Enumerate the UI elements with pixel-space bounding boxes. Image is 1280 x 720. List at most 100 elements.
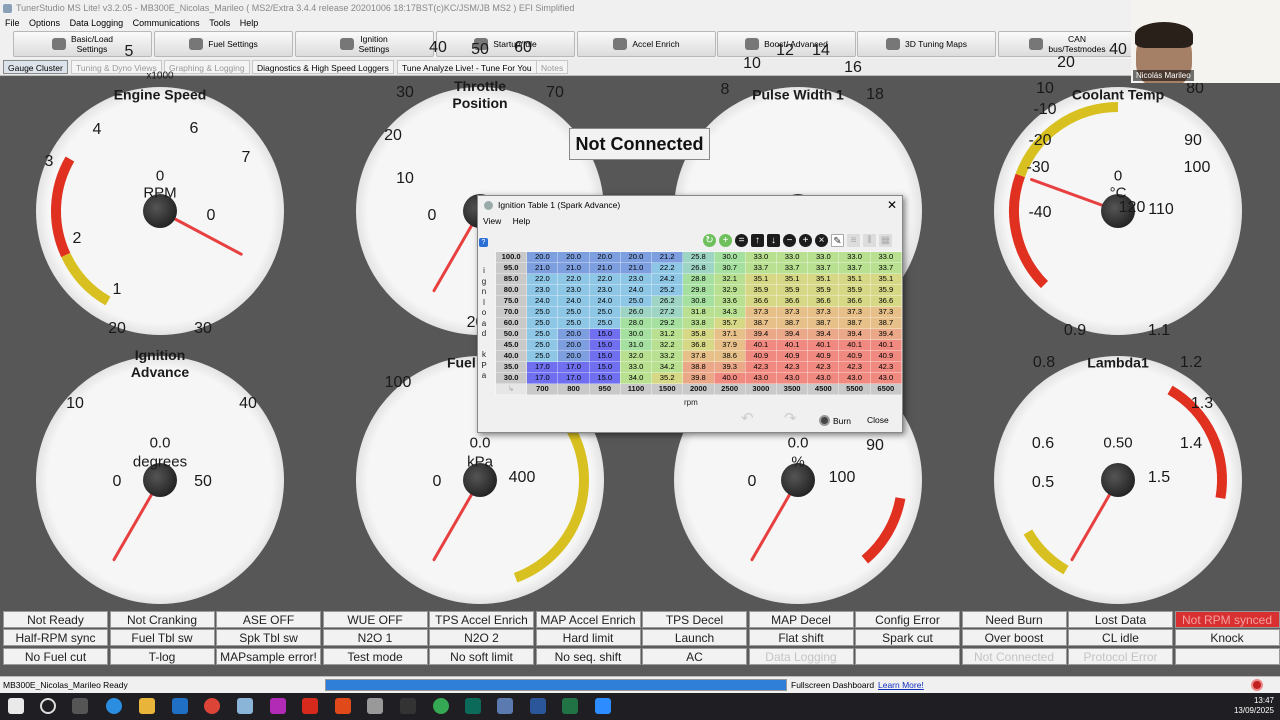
table-cell[interactable]: 25.2 [651,284,684,296]
table-cell[interactable]: 40.9 [775,350,809,362]
record-icon[interactable] [1251,679,1263,691]
table-cell[interactable]: 35.9 [869,284,903,296]
table-cell[interactable]: 24.0 [588,295,621,307]
table-cell[interactable]: 40.1 [775,339,809,351]
increase-icon[interactable]: ↑ [751,234,764,247]
table-cell[interactable]: 20.0 [526,251,559,263]
table-cell[interactable]: 17.0 [526,361,559,373]
x-axis-value[interactable]: 800 [557,383,590,395]
table-cell[interactable]: 43.0 [838,372,871,384]
table-cell[interactable]: 42.3 [869,361,903,373]
x-axis-value[interactable]: 950 [588,383,621,395]
table-cell[interactable]: 38.7 [775,317,809,329]
acrobat-icon[interactable] [302,698,318,714]
x-axis-value[interactable]: 1500 [651,383,684,395]
tab-graphing-logging[interactable]: Graphing & Logging [164,60,250,74]
tunerstudio-icon[interactable] [497,698,513,714]
table-cell[interactable]: 17.0 [526,372,559,384]
table-cell[interactable]: 17.0 [557,372,590,384]
table-cell[interactable]: 40.0 [713,372,746,384]
file-explorer-icon[interactable] [139,698,155,714]
table-cell[interactable]: 30.7 [713,262,746,274]
app-icon-a[interactable] [237,698,253,714]
table-cell[interactable]: 39.4 [838,328,871,340]
table-cell[interactable]: 42.3 [838,361,871,373]
help-icon[interactable]: ? [479,238,488,247]
menu-tools[interactable]: Tools [209,18,230,28]
table-cell[interactable]: 39.4 [744,328,777,340]
y-axis-value[interactable]: 75.0 [494,295,528,307]
table-cell[interactable]: 22.2 [651,262,684,274]
table-cell[interactable]: 25.0 [526,306,559,318]
brave-icon[interactable] [335,698,351,714]
table-cell[interactable]: 24.2 [651,273,684,285]
table-cell[interactable]: 39.4 [807,328,840,340]
app-icon-b[interactable] [270,698,286,714]
x-axis-value[interactable]: 3500 [775,383,809,395]
table-cell[interactable]: 39.4 [869,328,903,340]
table-cell[interactable]: 34.2 [651,361,684,373]
close-icon[interactable]: ✕ [887,196,897,214]
table-cell[interactable]: 39.8 [682,372,715,384]
table-cell[interactable]: 33.7 [807,262,840,274]
search-icon[interactable] [40,698,56,714]
table-cell[interactable]: 37.3 [807,306,840,318]
dialog-menu-help[interactable]: Help [513,216,530,226]
table-cell[interactable]: 21.0 [526,262,559,274]
table-cell[interactable]: 35.1 [838,273,871,285]
table-cell[interactable]: 29.2 [651,317,684,329]
table-cell[interactable]: 36.6 [838,295,871,307]
table-cell[interactable]: 35.9 [775,284,809,296]
table-cell[interactable]: 33.2 [651,350,684,362]
x-axis-value[interactable]: 2000 [682,383,715,395]
table-cell[interactable]: 40.9 [838,350,871,362]
y-axis-value[interactable]: 85.0 [494,273,528,285]
table-cell[interactable]: 26.2 [651,295,684,307]
table-cell[interactable]: 15.0 [588,328,621,340]
table-cell[interactable]: 26.0 [619,306,653,318]
x-axis-value[interactable]: 700 [526,383,559,395]
x-axis-value[interactable]: 4500 [807,383,840,395]
table-cell[interactable]: 33.0 [619,361,653,373]
table-cell[interactable]: 33.7 [775,262,809,274]
table-cell[interactable]: 37.3 [775,306,809,318]
table-cell[interactable]: 28.8 [682,273,715,285]
y-axis-value[interactable]: 40.0 [494,350,528,362]
table-cell[interactable]: 21.0 [619,262,653,274]
table-cell[interactable]: 33.7 [744,262,777,274]
table-cell[interactable]: 35.1 [869,273,903,285]
table-cell[interactable]: 25.0 [526,328,559,340]
y-axis-value[interactable]: 60.0 [494,317,528,329]
table-cell[interactable]: 33.7 [869,262,903,274]
table-cell[interactable]: 20.0 [557,339,590,351]
table-cell[interactable]: 22.0 [588,273,621,285]
table-cell[interactable]: 36.6 [744,295,777,307]
table-cell[interactable]: 20.0 [557,350,590,362]
table-cell[interactable]: 26.8 [682,262,715,274]
table-cell[interactable]: 40.1 [744,339,777,351]
table-cell[interactable]: 37.3 [869,306,903,318]
table-cell[interactable]: 37.3 [838,306,871,318]
table-cell[interactable]: 42.3 [775,361,809,373]
table-cell[interactable]: 29.8 [682,284,715,296]
table-cell[interactable]: 31.2 [651,328,684,340]
table-cell[interactable]: 15.0 [588,361,621,373]
undo-icon[interactable]: ↶ [741,411,757,426]
table-cell[interactable]: 37.1 [713,328,746,340]
y-axis-value[interactable]: 50.0 [494,328,528,340]
table-cell[interactable]: 32.2 [651,339,684,351]
table-cell[interactable]: 15.0 [588,339,621,351]
table-cell[interactable]: 38.7 [744,317,777,329]
table-cell[interactable]: 33.0 [807,251,840,263]
table-cell[interactable]: 20.0 [557,251,590,263]
table-cell[interactable]: 43.0 [775,372,809,384]
table-cell[interactable]: 31.0 [619,339,653,351]
table-cell[interactable]: 37.8 [682,350,715,362]
plus-green-icon[interactable]: + [719,234,732,247]
table-cell[interactable]: 35.9 [744,284,777,296]
table-cell[interactable]: 20.0 [619,251,653,263]
table-cell[interactable]: 25.0 [526,317,559,329]
app-icon-c[interactable] [367,698,383,714]
table-cell[interactable]: 43.0 [744,372,777,384]
table-cell[interactable]: 36.8 [682,339,715,351]
